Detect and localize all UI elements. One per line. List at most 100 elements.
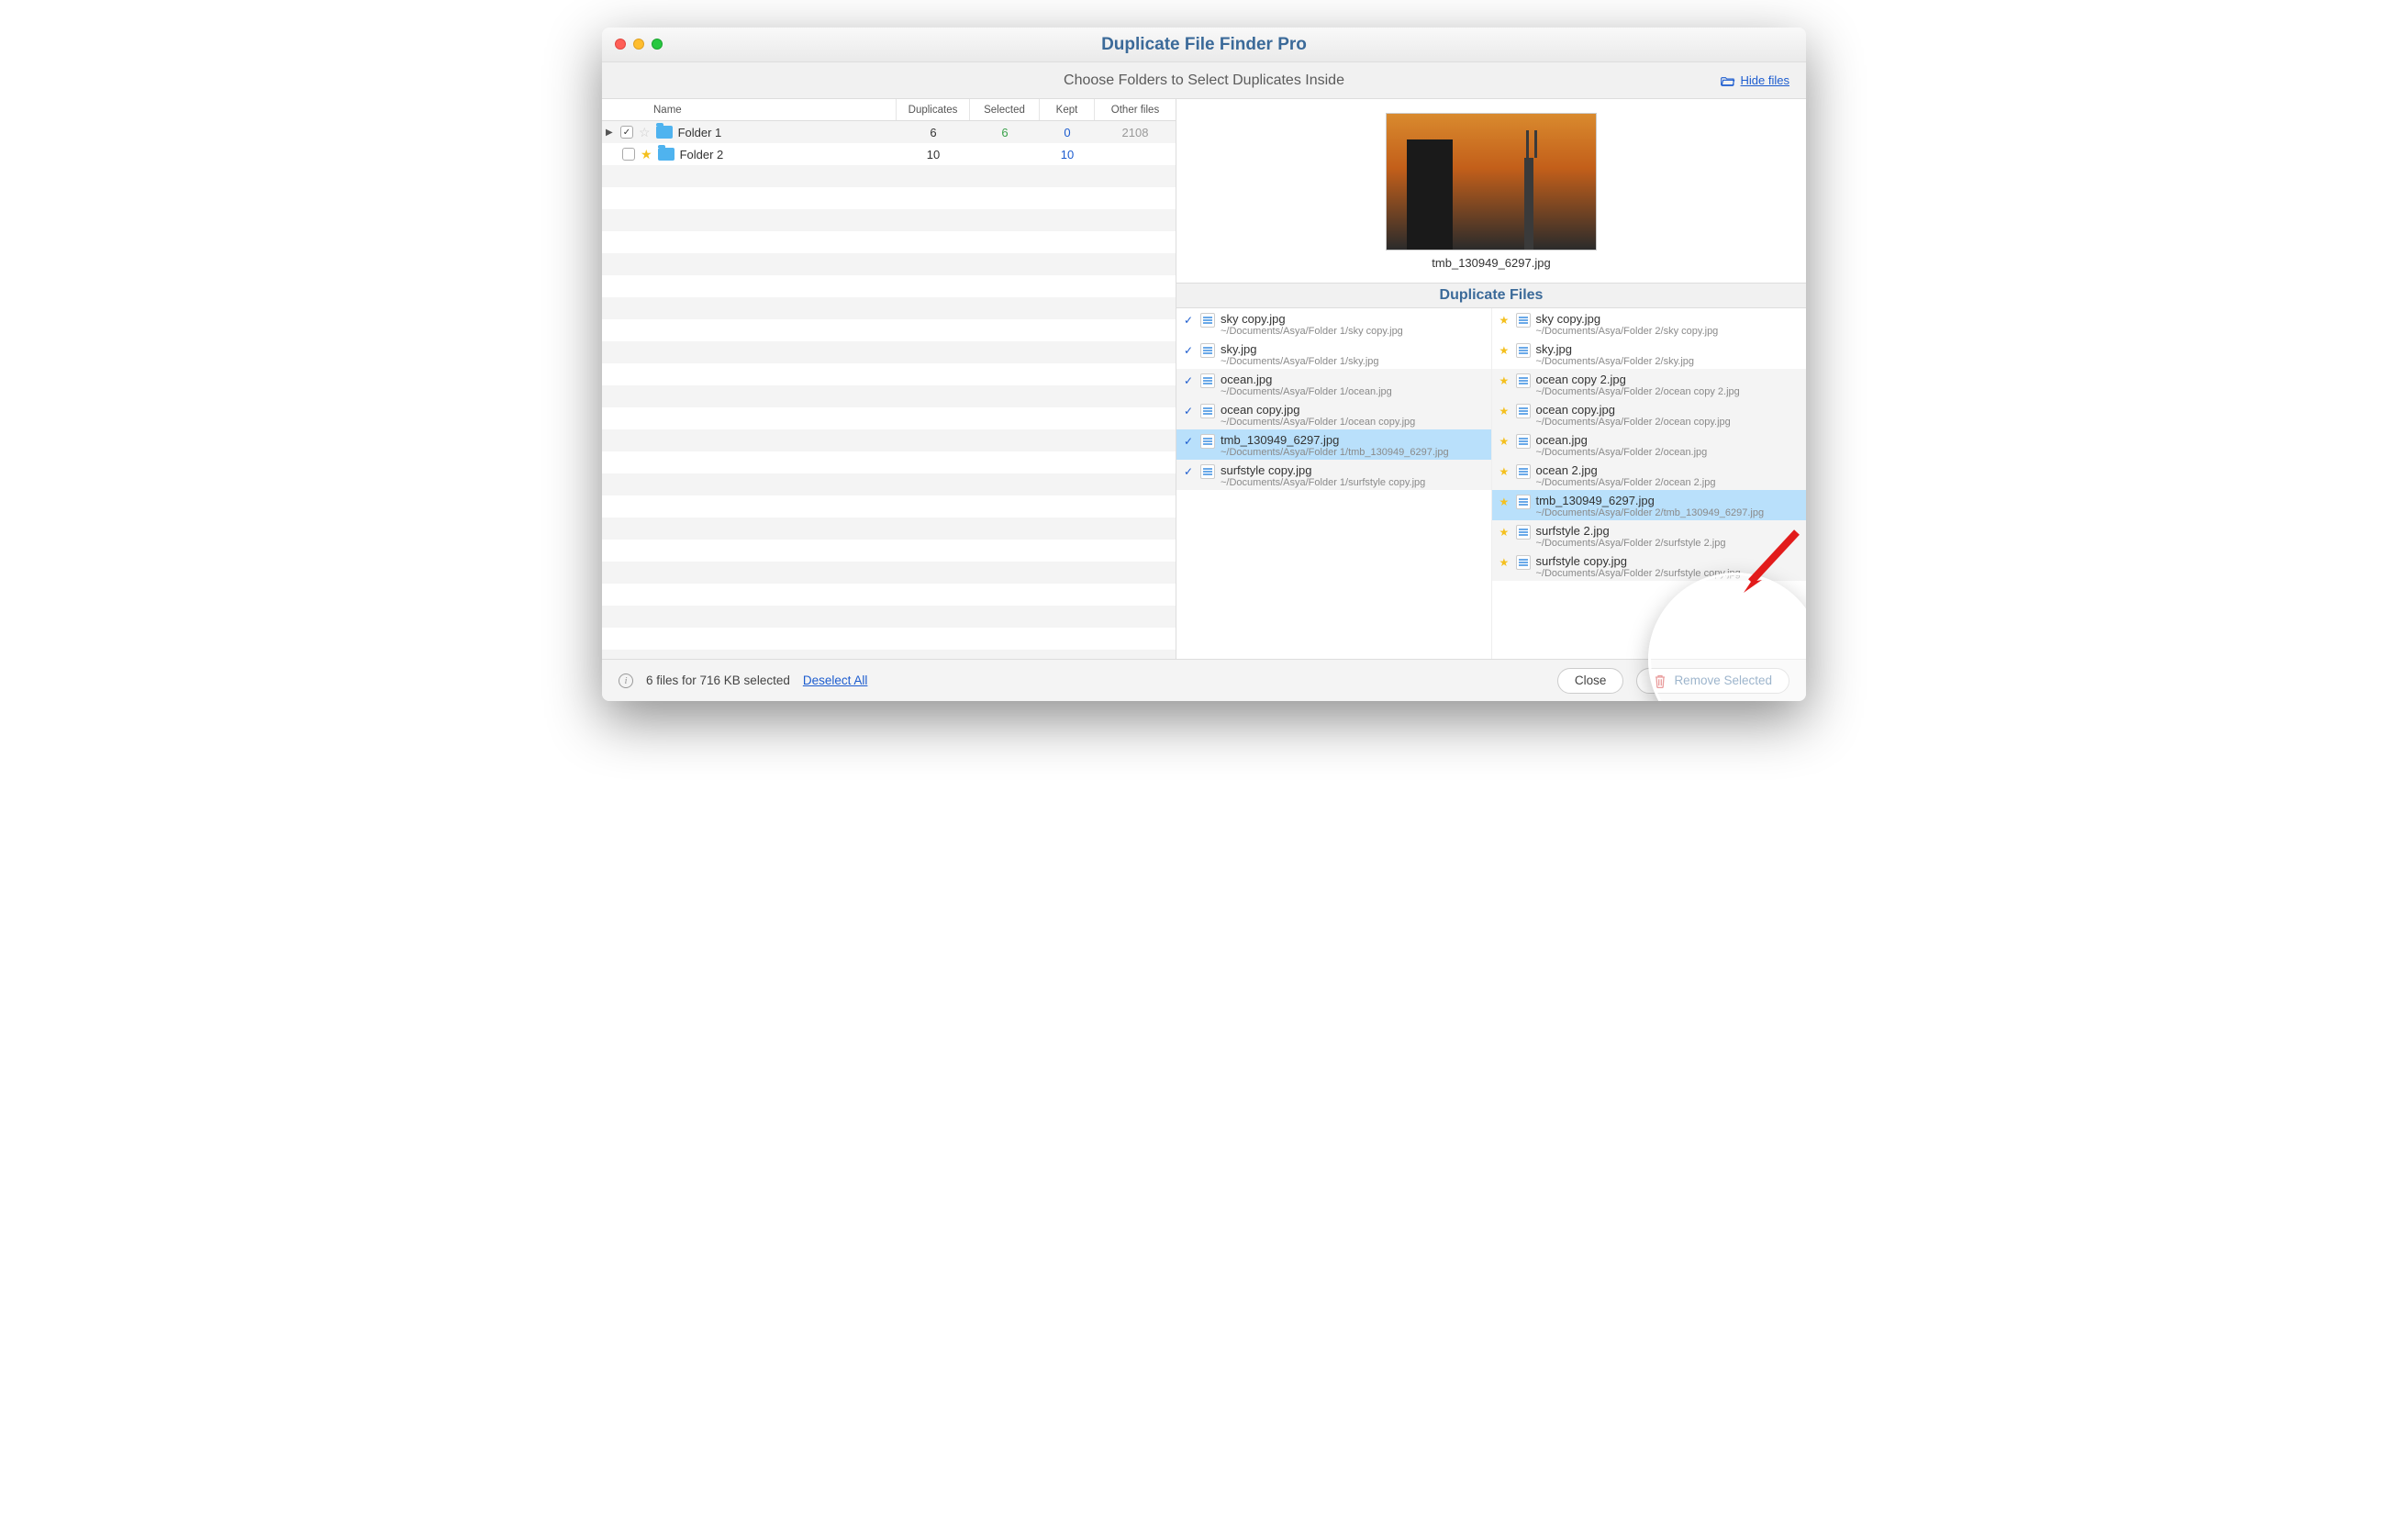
folder-table-body: ▶☆Folder 16602108★Folder 21010 [602, 121, 1176, 659]
file-path: ~/Documents/Asya/Folder 2/surfstyle 2.jp… [1536, 538, 1726, 549]
duplicate-file-row[interactable]: ★ocean copy.jpg~/Documents/Asya/Folder 2… [1492, 399, 1807, 429]
titlebar: Duplicate File Finder Pro [602, 28, 1806, 62]
empty-row [602, 319, 1176, 341]
star-icon[interactable]: ★ [1499, 526, 1511, 539]
folder-icon [658, 148, 674, 161]
file-path: ~/Documents/Asya/Folder 1/sky copy.jpg [1221, 326, 1403, 337]
folder-checkbox[interactable] [620, 126, 633, 139]
empty-row [602, 165, 1176, 187]
file-icon [1200, 373, 1215, 388]
empty-row [602, 385, 1176, 407]
star-icon[interactable]: ☆ [639, 125, 651, 140]
star-icon[interactable]: ★ [1499, 495, 1511, 508]
window-controls [615, 39, 663, 50]
star-icon[interactable]: ★ [1499, 405, 1511, 417]
file-name: surfstyle copy.jpg [1221, 463, 1425, 477]
file-icon [1200, 464, 1215, 479]
duplicate-file-row[interactable]: ✓ surfstyle copy.jpg~/Documents/Asya/Fold… [1176, 460, 1491, 490]
check-icon[interactable]: ✓ [1184, 405, 1195, 417]
folder-name: Folder 1 [678, 126, 722, 139]
hide-files-link[interactable]: Hide files [1721, 73, 1789, 87]
file-path: ~/Documents/Asya/Folder 1/surfstyle copy… [1221, 477, 1425, 488]
file-name: ocean copy.jpg [1536, 403, 1731, 417]
empty-row [602, 231, 1176, 253]
file-name: sky copy.jpg [1221, 312, 1403, 326]
close-window-icon[interactable] [615, 39, 626, 50]
duplicate-file-row[interactable]: ★ surfstyle 2.jpg~/Documents/Asya/Folder … [1492, 520, 1807, 551]
col-selected[interactable]: Selected [970, 99, 1040, 120]
file-path: ~/Documents/Asya/Folder 2/sky.jpg [1536, 356, 1695, 367]
file-name: sky.jpg [1536, 342, 1695, 356]
file-icon [1200, 313, 1215, 328]
duplicate-file-row[interactable]: ✓ tmb_130949_6297.jpg~/Documents/Asya/Fol… [1176, 429, 1491, 460]
deselect-all-link[interactable]: Deselect All [803, 674, 868, 687]
file-path: ~/Documents/Asya/Folder 1/sky.jpg [1221, 356, 1379, 367]
folder-checkbox[interactable] [622, 148, 635, 161]
file-icon [1516, 434, 1531, 449]
empty-row [602, 562, 1176, 584]
file-name: surfstyle 2.jpg [1536, 524, 1726, 538]
preview-image [1386, 113, 1597, 250]
col-duplicates[interactable]: Duplicates [897, 99, 970, 120]
star-icon[interactable]: ★ [1499, 344, 1511, 357]
star-icon[interactable]: ★ [1499, 374, 1511, 387]
duplicate-file-row[interactable]: ✓ocean.jpg~/Documents/Asya/Folder 1/ocea… [1176, 369, 1491, 399]
check-icon[interactable]: ✓ [1184, 374, 1195, 387]
star-icon[interactable]: ★ [641, 147, 652, 162]
zoom-window-icon[interactable] [652, 39, 663, 50]
check-icon[interactable]: ✓ [1184, 314, 1195, 327]
file-path: ~/Documents/Asya/Folder 2/surfstyle copy… [1536, 568, 1741, 579]
empty-row [602, 584, 1176, 606]
info-icon[interactable]: i [619, 674, 633, 688]
minimize-window-icon[interactable] [633, 39, 644, 50]
duplicate-file-row[interactable]: ✓sky.jpg~/Documents/Asya/Folder 1/sky.jp… [1176, 339, 1491, 369]
folder-name: Folder 2 [680, 148, 724, 161]
empty-row [602, 495, 1176, 518]
folder-icon [656, 126, 673, 139]
app-title: Duplicate File Finder Pro [602, 35, 1806, 55]
col-name[interactable]: Name [602, 99, 897, 120]
duplicate-file-row[interactable]: ★ sky.jpg~/Documents/Asya/Folder 2/sky.jp… [1492, 339, 1807, 369]
file-path: ~/Documents/Asya/Folder 2/ocean 2.jpg [1536, 477, 1716, 488]
file-icon [1200, 404, 1215, 418]
star-icon[interactable]: ★ [1499, 556, 1511, 569]
check-icon[interactable]: ✓ [1184, 465, 1195, 478]
duplicate-file-row[interactable]: ★ocean copy 2.jpg~/Documents/Asya/Folder… [1492, 369, 1807, 399]
disclosure-triangle-icon[interactable]: ▶ [606, 128, 615, 138]
file-name: tmb_130949_6297.jpg [1536, 494, 1765, 507]
cell: 0 [1040, 126, 1095, 139]
trash-icon [1654, 674, 1667, 688]
file-path: ~/Documents/Asya/Folder 1/tmb_130949_629… [1221, 447, 1449, 458]
star-icon[interactable]: ★ [1499, 465, 1511, 478]
file-icon [1516, 313, 1531, 328]
subheader: Choose Folders to Select Duplicates Insi… [602, 62, 1806, 99]
remove-selected-button[interactable]: Remove Selected [1636, 668, 1789, 694]
duplicate-file-row[interactable]: ★surfstyle copy.jpg~/Documents/Asya/Fold… [1492, 551, 1807, 581]
empty-row [602, 518, 1176, 540]
empty-row [602, 297, 1176, 319]
star-icon[interactable]: ★ [1499, 435, 1511, 448]
duplicate-file-row[interactable]: ★ocean.jpg~/Documents/Asya/Folder 2/ocea… [1492, 429, 1807, 460]
empty-row [602, 209, 1176, 231]
duplicate-file-row[interactable]: ★sky copy.jpg~/Documents/Asya/Folder 2/s… [1492, 308, 1807, 339]
cell: 10 [897, 148, 970, 161]
file-path: ~/Documents/Asya/Folder 1/ocean.jpg [1221, 386, 1392, 397]
star-icon[interactable]: ★ [1499, 314, 1511, 327]
col-kept[interactable]: Kept [1040, 99, 1095, 120]
folder-row[interactable]: ▶☆Folder 16602108 [602, 121, 1176, 143]
empty-row [602, 253, 1176, 275]
empty-row [602, 451, 1176, 473]
col-other[interactable]: Other files [1095, 99, 1176, 120]
duplicate-file-row[interactable]: ✓ sky copy.jpg~/Documents/Asya/Folder 1/s… [1176, 308, 1491, 339]
app-window: Duplicate File Finder Pro Choose Folders… [602, 28, 1806, 701]
check-icon[interactable]: ✓ [1184, 435, 1195, 448]
file-name: tmb_130949_6297.jpg [1221, 433, 1449, 447]
folder-open-icon [1721, 75, 1735, 86]
file-icon [1200, 434, 1215, 449]
duplicate-file-row[interactable]: ✓ocean copy.jpg~/Documents/Asya/Folder 1… [1176, 399, 1491, 429]
duplicate-file-row[interactable]: ★ocean 2.jpg~/Documents/Asya/Folder 2/oc… [1492, 460, 1807, 490]
close-button[interactable]: Close [1557, 668, 1624, 694]
duplicate-file-row[interactable]: ★tmb_130949_6297.jpg~/Documents/Asya/Fol… [1492, 490, 1807, 520]
check-icon[interactable]: ✓ [1184, 344, 1195, 357]
folder-row[interactable]: ★Folder 21010 [602, 143, 1176, 165]
